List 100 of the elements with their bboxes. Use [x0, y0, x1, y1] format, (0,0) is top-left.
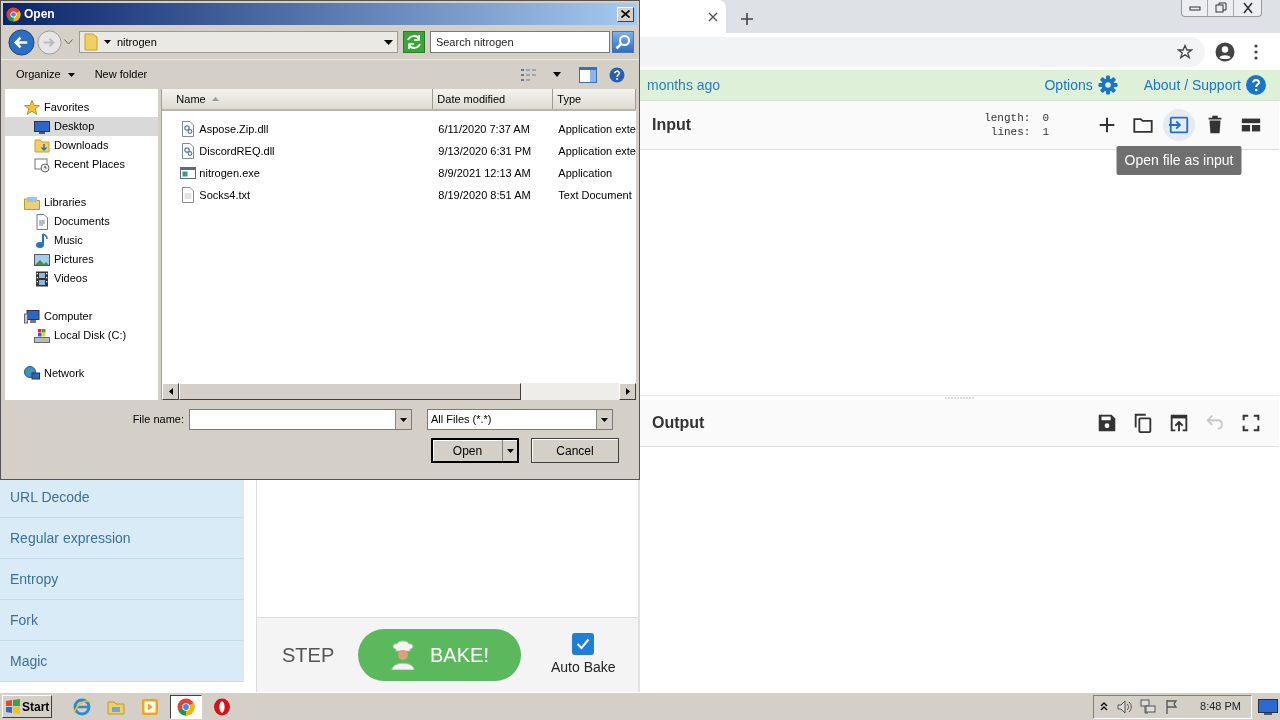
browser-e-icon [72, 696, 92, 717]
close-icon [1240, 1, 1255, 15]
monitor-icon [34, 118, 50, 135]
scroll-left-button[interactable] [162, 383, 180, 400]
about-support-link[interactable]: About / Support [1143, 74, 1241, 96]
open-button[interactable]: Open [431, 438, 519, 463]
chef-icon [390, 640, 417, 670]
nav-item[interactable]: Libraries [5, 193, 159, 212]
nav-item[interactable]: Favorites [5, 98, 159, 117]
operation-item[interactable]: Magic [0, 641, 244, 682]
file-type-dropdown[interactable]: All Files (*.*) [427, 409, 613, 430]
import-button[interactable] [1163, 109, 1195, 141]
folder-icon [84, 33, 98, 51]
scrollbar-thumb[interactable] [179, 383, 522, 400]
address-field[interactable]: nitrogen [79, 31, 398, 53]
step-button[interactable]: STEP [282, 640, 358, 670]
show-desktop-button[interactable] [1258, 698, 1278, 715]
organize-menu[interactable]: Organize [16, 66, 75, 83]
column-header[interactable]: Type [553, 89, 636, 109]
speaker-icon[interactable] [1116, 698, 1133, 715]
check-icon [576, 637, 591, 650]
help-icon[interactable] [609, 66, 625, 83]
file-type: Application [557, 165, 614, 181]
document-icon [34, 213, 50, 230]
file-name[interactable]: Aspose.Zip.dll [199, 120, 269, 138]
file-date: 6/11/2020 7:37 AM [437, 121, 531, 137]
nav-item[interactable]: Desktop [5, 117, 159, 136]
file-name-field[interactable] [189, 409, 412, 430]
browser-logo-taskbar-button[interactable] [170, 694, 202, 719]
back-icon[interactable] [8, 28, 35, 56]
scroll-right-button[interactable] [619, 383, 636, 400]
nav-item[interactable]: Local Disk (C:) [5, 326, 159, 345]
operation-item[interactable]: Regular expression [0, 518, 244, 559]
close-icon[interactable] [708, 11, 718, 22]
nav-item[interactable]: Documents [5, 212, 159, 231]
stat-value: 0 [1042, 111, 1049, 125]
nav-item[interactable]: Network [5, 364, 159, 383]
caret-icon [383, 39, 393, 45]
operation-item[interactable]: Fork [0, 600, 244, 641]
file-date: 8/9/2021 12:13 AM [437, 165, 532, 181]
caret-icon [104, 40, 111, 44]
nav-item[interactable]: Music [5, 231, 159, 250]
dll-file-icon [180, 121, 197, 137]
file-type: Application exte [557, 143, 636, 159]
network-icon[interactable] [1140, 698, 1157, 715]
download-folder-icon [34, 137, 50, 154]
auto-bake-label: Auto Bake [551, 657, 616, 677]
close-button[interactable] [617, 6, 634, 22]
arrow-right-icon [625, 388, 630, 395]
caret-icon [506, 448, 514, 453]
o-logo-icon [212, 696, 232, 717]
operation-item[interactable]: Entropy [0, 559, 244, 600]
column-header[interactable]: Date modified [433, 89, 554, 109]
refresh-icon[interactable] [402, 31, 425, 53]
show-hidden-icon[interactable] [1100, 701, 1109, 712]
application-icon [180, 165, 197, 181]
dll-file-icon [180, 143, 197, 159]
tooltip: Open file as input [1116, 146, 1242, 175]
star-icon[interactable] [1177, 43, 1193, 60]
nav-item[interactable]: Computer [5, 307, 159, 326]
new-folder-button[interactable]: New folder [94, 66, 148, 83]
search-button[interactable] [612, 31, 634, 53]
stat-value: 1 [1042, 125, 1049, 139]
nav-item[interactable]: Recent Places [5, 155, 159, 174]
expand-icon [1240, 412, 1262, 434]
save-icon [1096, 412, 1118, 434]
search-field[interactable]: Search nitrogen [429, 31, 611, 53]
dialog-title: Open [24, 6, 55, 23]
nav-item[interactable]: Downloads [5, 136, 159, 155]
auto-bake-checkbox[interactable] [572, 632, 595, 655]
file-name[interactable]: Socks4.txt [199, 186, 251, 204]
caret-icon [601, 417, 608, 422]
profile-icon[interactable] [1215, 41, 1235, 62]
view-list-icon[interactable] [521, 67, 537, 82]
restore-icon [1213, 1, 1228, 15]
options-link[interactable]: Options [1044, 74, 1093, 96]
computer-icon [24, 308, 40, 325]
operation-item[interactable]: URL Decode [0, 477, 244, 518]
cancel-button[interactable]: Cancel [531, 438, 619, 463]
start-button[interactable]: Start [2, 695, 52, 718]
picture-icon [34, 251, 50, 268]
preview-pane-icon[interactable] [579, 66, 597, 83]
nav-item[interactable]: Pictures [5, 250, 159, 269]
settings-icon[interactable] [1097, 75, 1118, 95]
caret-icon [67, 72, 75, 77]
nav-item[interactable]: Videos [5, 269, 159, 288]
copy-icon [1132, 412, 1154, 434]
output-title: Output [652, 413, 705, 433]
windows-logo-icon [5, 699, 21, 714]
help-icon[interactable] [1246, 75, 1266, 95]
film-icon [34, 270, 50, 287]
sort-arrow-icon [211, 97, 219, 101]
file-name[interactable]: DiscordREQ.dll [199, 142, 275, 160]
search-icon [615, 34, 632, 50]
column-header[interactable]: Name [162, 89, 434, 109]
menu-icon[interactable] [1254, 43, 1258, 60]
star-icon [24, 99, 40, 116]
file-name[interactable]: nitrogen.exe [199, 164, 260, 182]
new-tab-icon[interactable] [740, 12, 754, 26]
caret-icon[interactable] [553, 72, 561, 77]
